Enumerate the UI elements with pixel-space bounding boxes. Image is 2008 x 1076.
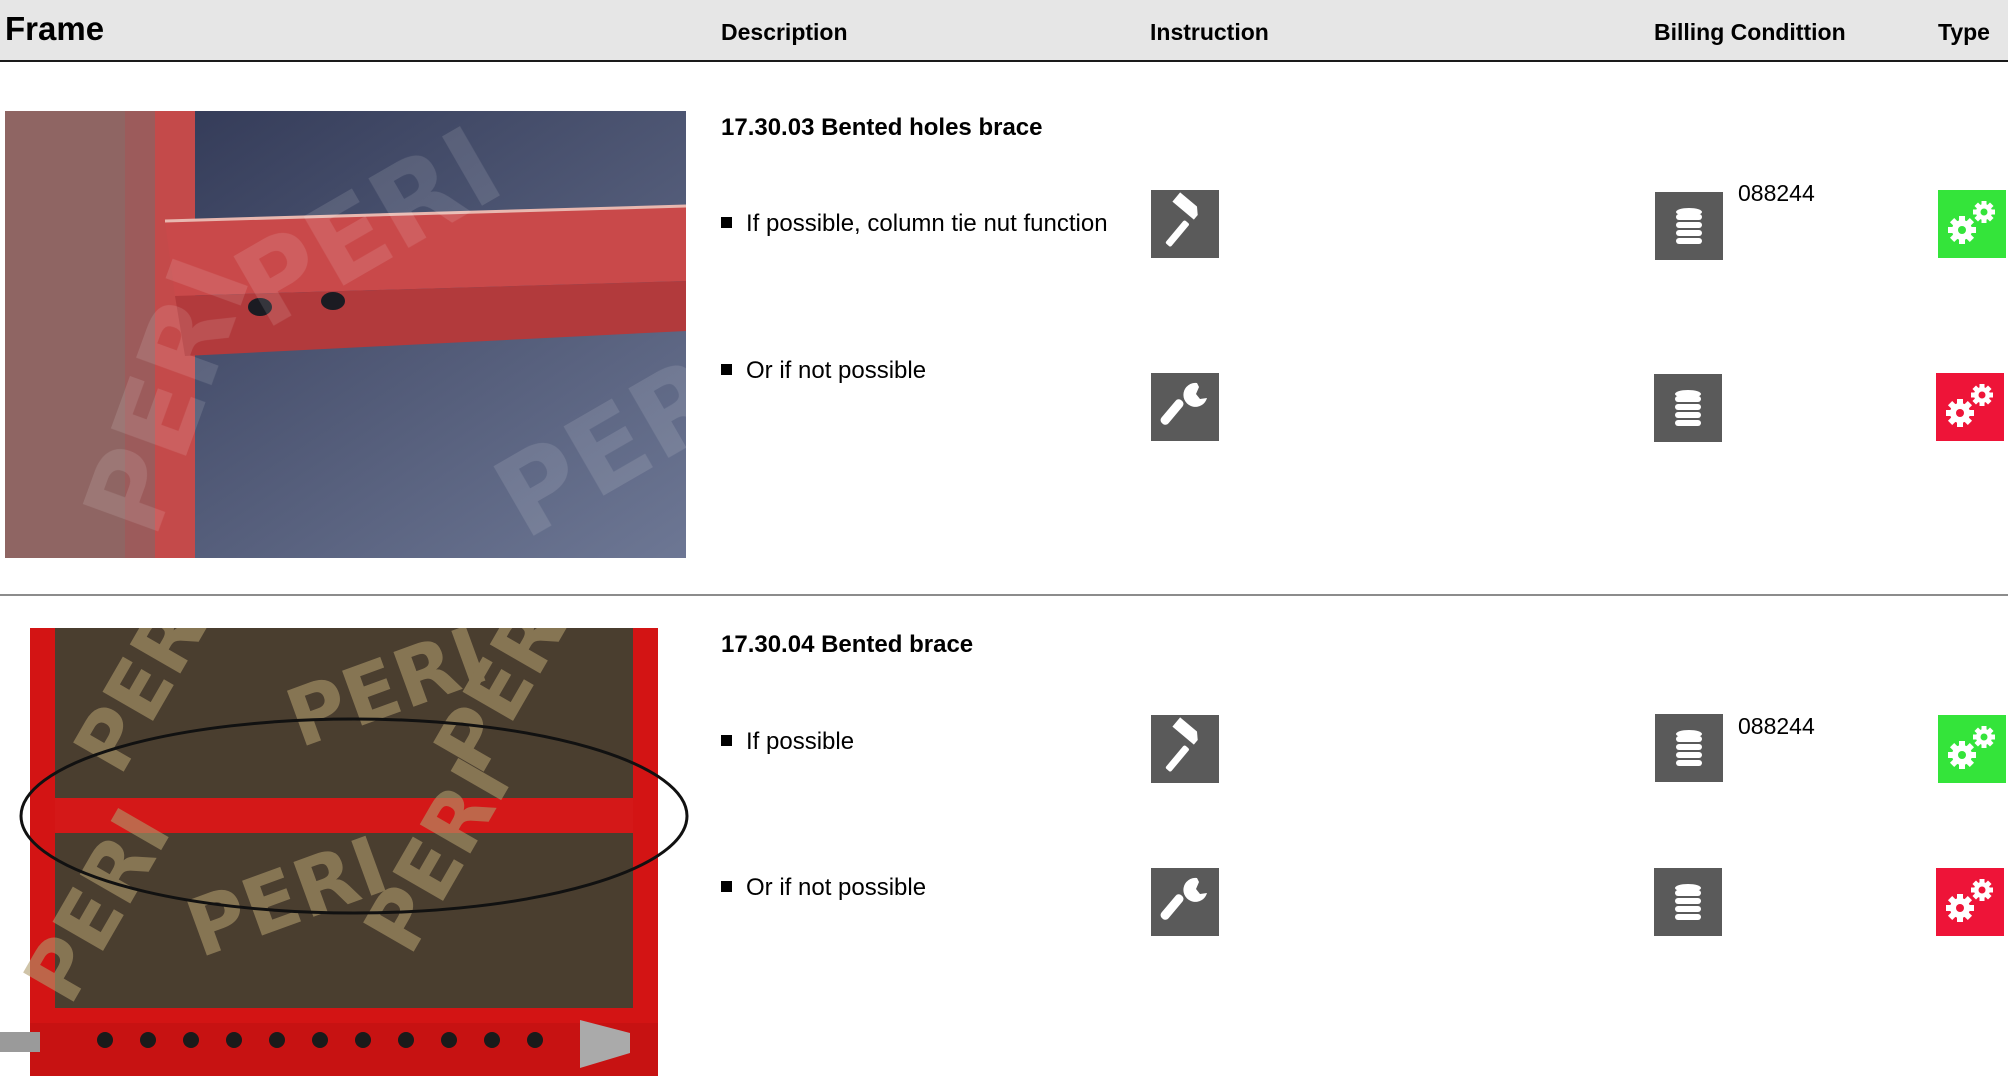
row-text: Or if not possible [746, 874, 927, 901]
header-frame: Frame [5, 10, 105, 47]
gears-icon[interactable] [1936, 868, 2004, 936]
header-description: Description [721, 19, 848, 45]
bullet-square [721, 364, 732, 375]
header-type: Type [1938, 19, 1990, 45]
coin-stack-icon[interactable] [1654, 868, 1722, 936]
list-item: Or if not possible [721, 357, 926, 385]
gears-icon[interactable] [1938, 190, 2006, 258]
hammer-icon[interactable] [1151, 715, 1219, 783]
coin-stack-icon[interactable] [1654, 374, 1722, 442]
wrench-icon[interactable] [1151, 373, 1219, 441]
gears-icon[interactable] [1938, 715, 2006, 783]
header-billing: Billing Condittion [1654, 19, 1846, 45]
entry-title: 17.30.03 Bented holes brace [721, 114, 1043, 141]
bullet-square [721, 735, 732, 746]
list-item: If possible [721, 728, 854, 756]
coin-stack-icon[interactable] [1655, 192, 1723, 260]
table-header: Frame Description Instruction Billing Co… [0, 0, 2008, 62]
bullet-square [721, 217, 732, 228]
entry-title: 17.30.04 Bented brace [721, 631, 974, 658]
frame-photo-2: PERI PERI PERI PERI PERI PERI [0, 628, 690, 1076]
wrench-icon[interactable] [1151, 868, 1219, 936]
list-item: If possible, column tie nut function [721, 210, 1108, 238]
coin-stack-icon[interactable] [1655, 714, 1723, 782]
row-text: If possible, column tie nut function [746, 210, 1108, 237]
billing-code: 088244 [1738, 713, 1815, 739]
hammer-icon[interactable] [1151, 190, 1219, 258]
list-item: Or if not possible [721, 874, 926, 902]
frame-photo-1: PERI PERI PERI [5, 111, 686, 558]
row-divider [0, 594, 2008, 596]
row-text: Or if not possible [746, 357, 927, 384]
gears-icon[interactable] [1936, 373, 2004, 441]
header-instruction: Instruction [1150, 19, 1269, 45]
row-text: If possible [746, 728, 855, 755]
bullet-square [721, 881, 732, 892]
billing-code: 088244 [1738, 180, 1815, 206]
